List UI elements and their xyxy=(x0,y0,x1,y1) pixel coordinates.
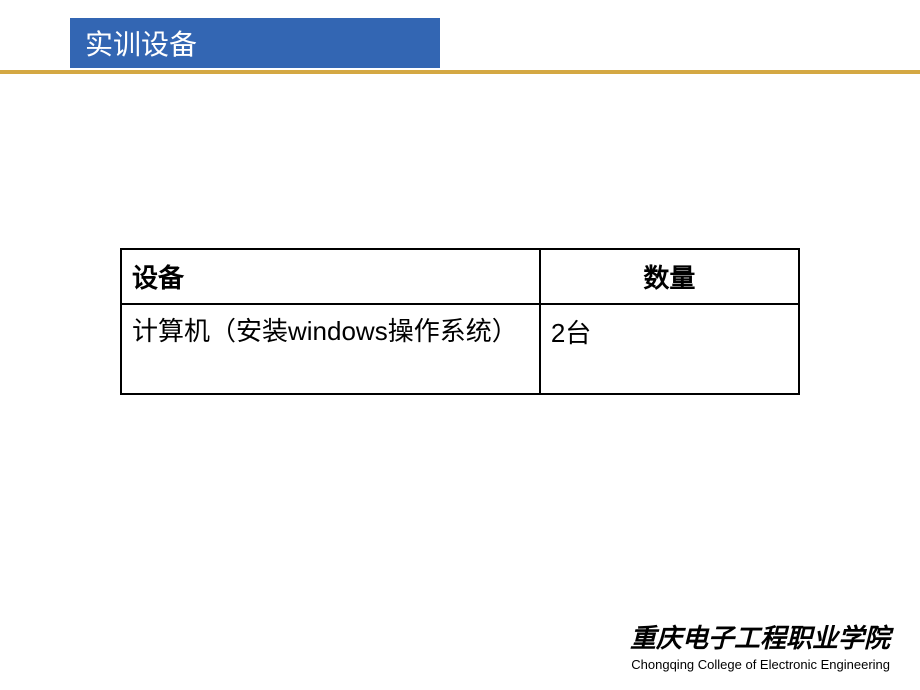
footer-organization: 重庆电子工程职业学院 Chongqing College of Electron… xyxy=(630,618,890,672)
column-header-device: 设备 xyxy=(121,249,540,304)
equipment-table: 设备 数量 计算机（安装windows操作系统） 2台 xyxy=(120,248,800,395)
cell-quantity: 2台 xyxy=(540,304,799,394)
cell-device: 计算机（安装windows操作系统） xyxy=(121,304,540,394)
org-name-english: Chongqing College of Electronic Engineer… xyxy=(630,657,890,672)
table-row: 计算机（安装windows操作系统） 2台 xyxy=(121,304,799,394)
page-title: 实训设备 xyxy=(85,23,197,63)
divider-line xyxy=(0,70,920,74)
table-header-row: 设备 数量 xyxy=(121,249,799,304)
column-header-quantity: 数量 xyxy=(540,249,799,304)
title-bar: 实训设备 xyxy=(70,18,440,68)
org-name-chinese: 重庆电子工程职业学院 xyxy=(630,618,890,655)
